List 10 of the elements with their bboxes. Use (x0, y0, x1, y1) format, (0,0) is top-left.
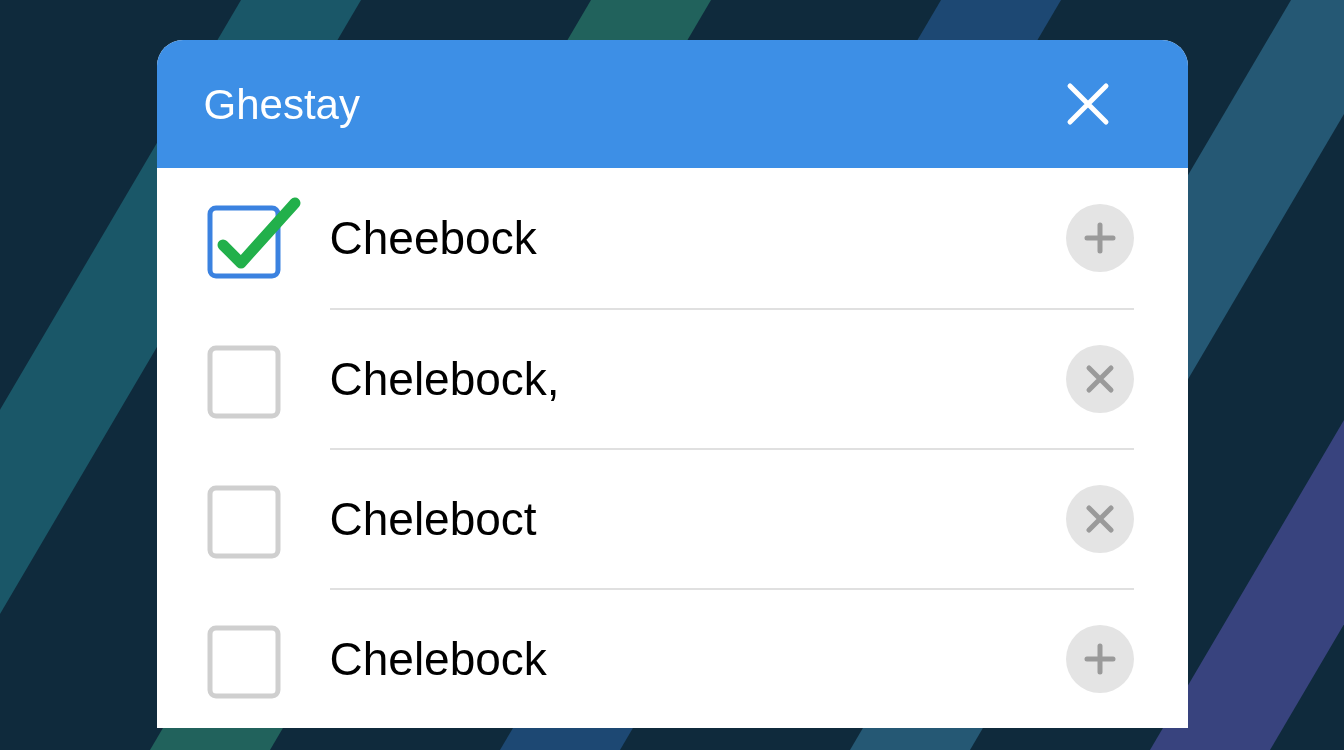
close-icon (1065, 82, 1110, 126)
dialog-title: Ghestay (203, 79, 360, 130)
item-label: Chelebock, (329, 351, 560, 407)
plus-icon (1083, 643, 1116, 675)
checkbox[interactable] (206, 197, 303, 279)
plus-icon (1083, 222, 1116, 254)
x-icon (1083, 503, 1116, 535)
item-label: Cheebock (329, 210, 537, 266)
item-label: Cheleboct (329, 491, 537, 547)
item-label: Chelebock (329, 631, 547, 687)
